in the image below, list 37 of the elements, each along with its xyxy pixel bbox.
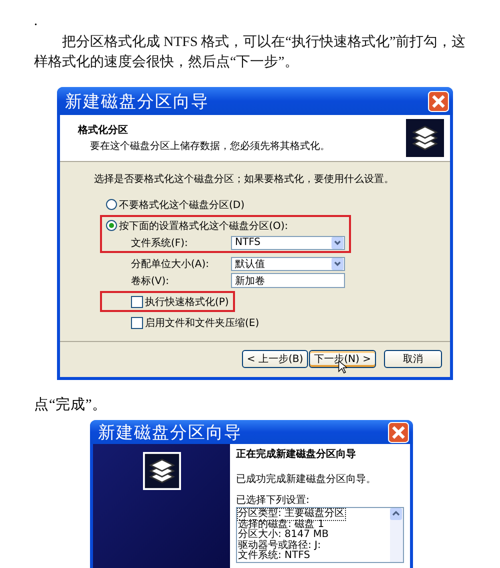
- radio-button[interactable]: [106, 199, 117, 210]
- scrollbar[interactable]: [390, 508, 403, 562]
- checkbox[interactable]: [131, 296, 143, 308]
- option-label: 不要格式化这个磁盘分区(D): [119, 198, 245, 212]
- checkbox[interactable]: [131, 316, 143, 328]
- settings-label: 已选择下列设置:: [236, 494, 310, 507]
- dropdown[interactable]: NTFS: [231, 236, 345, 250]
- settings-line: 选择的磁盘: 磁盘 1: [238, 520, 324, 530]
- scroll-up-icon[interactable]: [390, 508, 402, 520]
- wizard-heading: 正在完成新建磁盘分区向导: [236, 447, 357, 461]
- field-label: 卷标(V):: [131, 274, 170, 288]
- window-title: 新建磁盘分区向导: [65, 90, 209, 112]
- input-field[interactable]: 新加卷: [231, 273, 345, 288]
- close-icon[interactable]: [388, 422, 409, 442]
- completion-message: 已成功完成新建磁盘分区向导。: [236, 472, 377, 486]
- close-icon[interactable]: [428, 90, 449, 112]
- dropdown[interactable]: 默认值: [231, 256, 345, 270]
- radio-button[interactable]: [106, 220, 117, 231]
- disk-stack-icon: [142, 452, 180, 490]
- settings-line: 文件系统: NTFS: [238, 551, 310, 562]
- settings-line: 驱动器号或路径: J:: [238, 540, 321, 550]
- checkbox-label: 执行快速格式化(P): [145, 296, 229, 308]
- checkbox-label: 启用文件和文件夹压缩(E): [145, 316, 260, 330]
- radio-option[interactable]: 不要格式化这个磁盘分区(D): [106, 198, 245, 212]
- header-title: 格式化分区: [78, 124, 129, 137]
- wizard-button[interactable]: 取消: [384, 350, 442, 368]
- header-subtitle: 要在这个磁盘分区上储存数据，您必须先将其格式化。: [89, 140, 330, 153]
- wizard-button[interactable]: < 上一步(B): [242, 350, 308, 368]
- field-label: 文件系统(F):: [131, 236, 189, 250]
- instruction-paragraph: 把分区格式化成 NTFS 格式，可以在“执行快速格式化”前打勾，这样格式化的速度会很快，然后点“下一步”。: [34, 33, 466, 72]
- prompt-text: 选择是否要格式化这个磁盘分区；如果要格式化，要使用什么设置。: [94, 172, 395, 186]
- disk-stack-icon: [406, 119, 444, 157]
- field-label: 分配单位大小(A):: [131, 258, 210, 270]
- settings-line: 分区大小: 8147 MB: [238, 530, 329, 540]
- caption-text: 点“完成”。: [34, 396, 108, 414]
- bullet-dot: .: [34, 16, 38, 30]
- window-title: 新建磁盘分区向导: [98, 422, 242, 444]
